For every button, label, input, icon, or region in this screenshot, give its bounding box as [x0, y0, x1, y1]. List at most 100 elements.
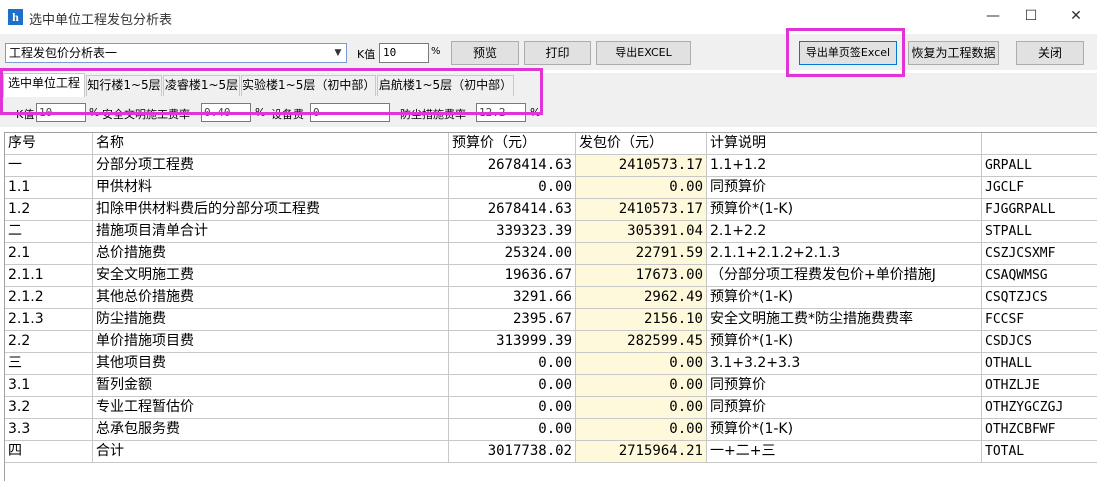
tab-zhixing[interactable]: 知行楼1~5层: [86, 75, 162, 96]
tab-qihang[interactable]: 启航楼1~5层（初中部）: [377, 75, 514, 96]
header-budget[interactable]: 预算价（元）: [449, 133, 576, 155]
row-contract[interactable]: 0.00: [576, 397, 707, 419]
row-budget[interactable]: 3017738.02: [449, 441, 576, 463]
row-index[interactable]: 2.1.2: [5, 287, 93, 309]
row-code[interactable]: OTHZLJE: [982, 375, 1097, 397]
row-name[interactable]: 暂列金额: [93, 375, 449, 397]
row-contract[interactable]: 2715964.21: [576, 441, 707, 463]
row-code[interactable]: JGCLF: [982, 177, 1097, 199]
table-row[interactable]: 三其他项目费 0.00 0.00 3.1+3.2+3.3 OTHALL: [5, 353, 1097, 375]
row-index[interactable]: 2.2: [5, 331, 93, 353]
table-row[interactable]: 一分部分项工程费 2678414.63 2410573.17 1.1+1.2 GRPAL…: [5, 155, 1097, 177]
minimize-icon[interactable]: —: [978, 4, 1008, 28]
export-excel-button[interactable]: 导出EXCEL: [596, 41, 691, 65]
row-index[interactable]: 2.1: [5, 243, 93, 265]
row-note[interactable]: 预算价*(1-K): [707, 419, 982, 441]
row-name[interactable]: 合计: [93, 441, 449, 463]
table-row[interactable]: 1.2 扣除甲供材料费后的分部分项工程费 2678414.63 2410573.17 预…: [5, 199, 1097, 221]
preview-button[interactable]: 预览: [451, 41, 519, 65]
row-note[interactable]: 2.1.1+2.1.2+2.1.3: [707, 243, 982, 265]
print-button[interactable]: 打印: [524, 41, 591, 65]
row-note[interactable]: 预算价*(1-K): [707, 287, 982, 309]
row-code[interactable]: OTHALL: [982, 353, 1097, 375]
row-name[interactable]: 甲供材料: [93, 177, 449, 199]
tab-lingrui[interactable]: 凌睿楼1~5层: [163, 75, 240, 96]
table-row[interactable]: 2.2 单价措施项目费 313999.39 282599.45 预算价*(1-K) CSD…: [5, 331, 1097, 353]
table-row[interactable]: 1.1 甲供材料 0.00 0.00 同预算价 JGCLF: [5, 177, 1097, 199]
chevron-down-icon[interactable]: ▼: [330, 44, 346, 62]
row-code[interactable]: GRPALL: [982, 155, 1097, 177]
row-code[interactable]: CSZJCSXMF: [982, 243, 1097, 265]
row-budget[interactable]: 0.00: [449, 375, 576, 397]
row-index[interactable]: 3.3: [5, 419, 93, 441]
row-index[interactable]: 3.1: [5, 375, 93, 397]
param-k-input[interactable]: 10: [36, 103, 86, 122]
row-index[interactable]: 1.1: [5, 177, 93, 199]
row-note[interactable]: （分部分项工程费发包价+单价措施J: [707, 265, 982, 287]
row-budget[interactable]: 339323.39: [449, 221, 576, 243]
table-row[interactable]: 3.1 暂列金额 0.00 0.00 同预算价 OTHZLJE: [5, 375, 1097, 397]
safety-rate-input[interactable]: 0.40: [201, 103, 251, 122]
row-code[interactable]: CSAQWMSG: [982, 265, 1097, 287]
row-code[interactable]: FCCSF: [982, 309, 1097, 331]
row-budget[interactable]: 0.00: [449, 419, 576, 441]
row-note[interactable]: 1.1+1.2: [707, 155, 982, 177]
row-code[interactable]: OTHZCBFWF: [982, 419, 1097, 441]
header-name[interactable]: 名称: [93, 133, 449, 155]
row-name[interactable]: 专业工程暂估价: [93, 397, 449, 419]
row-name[interactable]: 扣除甲供材料费后的分部分项工程费: [93, 199, 449, 221]
row-name[interactable]: 措施项目清单合计: [93, 221, 449, 243]
row-note[interactable]: 安全文明施工费*防尘措施费费率: [707, 309, 982, 331]
row-budget[interactable]: 0.00: [449, 353, 576, 375]
close-button[interactable]: 关闭: [1016, 41, 1084, 65]
export-sheet-excel-button[interactable]: 导出单页签Excel: [799, 41, 897, 65]
row-budget[interactable]: 2678414.63: [449, 155, 576, 177]
row-note[interactable]: 同预算价: [707, 177, 982, 199]
row-code[interactable]: TOTAL: [982, 441, 1097, 463]
table-row[interactable]: 3.2 专业工程暂估价 0.00 0.00 同预算价 OTHZYGCZGJ: [5, 397, 1097, 419]
row-note[interactable]: 预算价*(1-K): [707, 331, 982, 353]
row-note[interactable]: 同预算价: [707, 375, 982, 397]
report-select[interactable]: 工程发包价分析表一 ▼: [5, 43, 347, 63]
row-index[interactable]: 2.1.3: [5, 309, 93, 331]
k-value-input[interactable]: 10: [379, 43, 429, 63]
table-row[interactable]: 2.1.1 安全文明施工费 19636.67 17673.00 （分部分项工程费发包价+…: [5, 265, 1097, 287]
row-budget[interactable]: 3291.66: [449, 287, 576, 309]
tab-selected-unit[interactable]: 选中单位工程: [3, 73, 85, 97]
row-code[interactable]: CSDJCS: [982, 331, 1097, 353]
row-note[interactable]: 2.1+2.2: [707, 221, 982, 243]
row-note[interactable]: 同预算价: [707, 397, 982, 419]
table-row[interactable]: 四合计 3017738.02 2715964.21 一+二+三 TOTAL: [5, 441, 1097, 463]
row-contract[interactable]: 22791.59: [576, 243, 707, 265]
row-name[interactable]: 其他项目费: [93, 353, 449, 375]
table-row[interactable]: 2.1.3 防尘措施费 2395.67 2156.10 安全文明施工费*防尘措施费费率 F…: [5, 309, 1097, 331]
row-contract[interactable]: 305391.04: [576, 221, 707, 243]
row-code[interactable]: OTHZYGCZGJ: [982, 397, 1097, 419]
row-contract[interactable]: 2410573.17: [576, 155, 707, 177]
row-code[interactable]: STPALL: [982, 221, 1097, 243]
row-budget[interactable]: 19636.67: [449, 265, 576, 287]
row-index[interactable]: 1.2: [5, 199, 93, 221]
close-icon[interactable]: ✕: [1061, 4, 1091, 28]
row-name[interactable]: 其他总价措施费: [93, 287, 449, 309]
row-budget[interactable]: 2395.67: [449, 309, 576, 331]
table-row[interactable]: 2.1 总价措施费 25324.00 22791.59 2.1.1+2.1.2+2.1.…: [5, 243, 1097, 265]
row-note[interactable]: 预算价*(1-K): [707, 199, 982, 221]
row-contract[interactable]: 2962.49: [576, 287, 707, 309]
row-contract[interactable]: 0.00: [576, 375, 707, 397]
row-contract[interactable]: 0.00: [576, 419, 707, 441]
header-code[interactable]: [982, 133, 1097, 155]
row-contract[interactable]: 0.00: [576, 353, 707, 375]
row-code[interactable]: FJGGRPALL: [982, 199, 1097, 221]
row-contract[interactable]: 2410573.17: [576, 199, 707, 221]
row-note[interactable]: 一+二+三: [707, 441, 982, 463]
row-contract[interactable]: 282599.45: [576, 331, 707, 353]
row-budget[interactable]: 313999.39: [449, 331, 576, 353]
table-row[interactable]: 2.1.2 其他总价措施费 3291.66 2962.49 预算价*(1-K) CSQTZ…: [5, 287, 1097, 309]
header-note[interactable]: 计算说明: [707, 133, 982, 155]
row-index[interactable]: 3.2: [5, 397, 93, 419]
row-budget[interactable]: 0.00: [449, 177, 576, 199]
row-budget[interactable]: 0.00: [449, 397, 576, 419]
row-contract[interactable]: 2156.10: [576, 309, 707, 331]
row-index[interactable]: 2.1.1: [5, 265, 93, 287]
